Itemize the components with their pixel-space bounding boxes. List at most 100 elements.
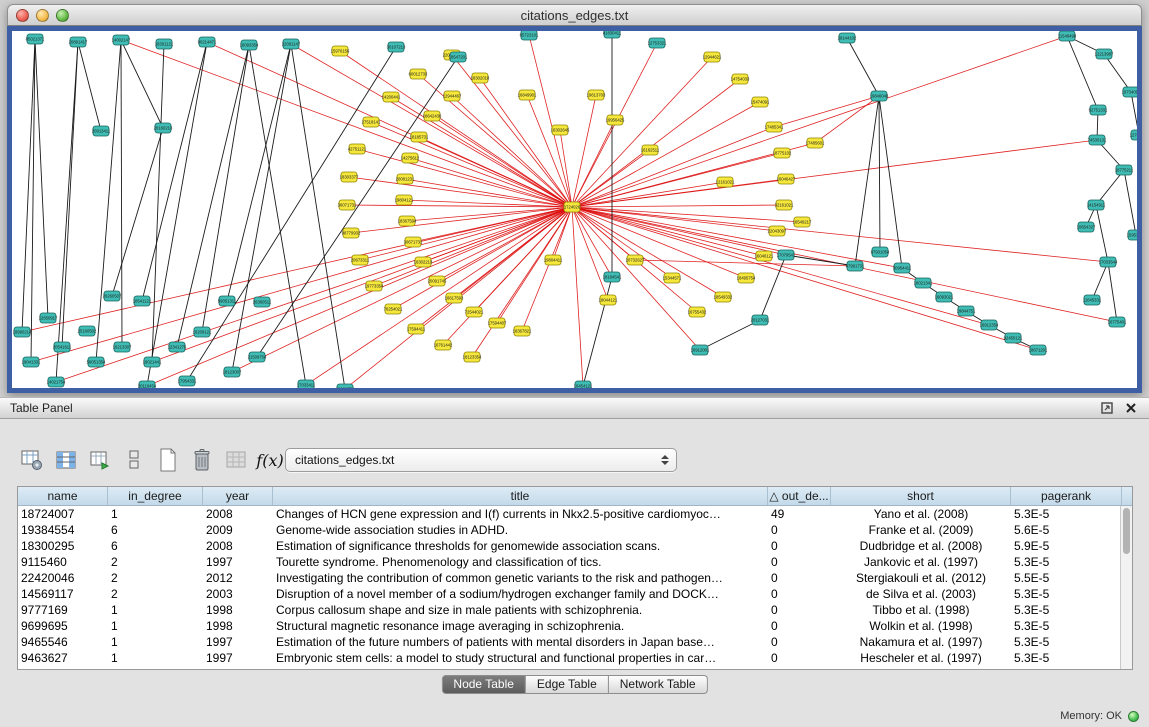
network-node[interactable]: 16642436 (423, 111, 442, 121)
network-node[interactable]: 19956425 (606, 115, 625, 125)
network-node[interactable]: 1724026 (564, 202, 581, 212)
network-node[interactable]: 85723101 (520, 31, 539, 40)
network-node[interactable]: 81830411 (603, 31, 622, 38)
network-node[interactable]: 22043097 (768, 226, 787, 236)
table-row[interactable]: 1872400712008Changes of HCN gene express… (18, 506, 1120, 522)
network-node[interactable]: 18184541 (603, 272, 622, 282)
network-node[interactable]: 16912354 (980, 320, 999, 330)
network-node[interactable]: 19021441 (143, 357, 162, 367)
network-node[interactable]: 14200441 (382, 92, 401, 102)
network-node[interactable]: 19613703 (587, 90, 606, 100)
network-node[interactable]: 12944467 (443, 91, 462, 101)
network-node[interactable]: 18302018 (471, 73, 490, 83)
zoom-window-button[interactable] (56, 9, 69, 22)
network-node[interactable]: 19804121 (395, 195, 414, 205)
network-node[interactable]: 92751331 (1089, 105, 1108, 115)
network-node[interactable]: 30671731 (404, 237, 423, 247)
network-node[interactable]: 19846048 (870, 91, 889, 101)
network-node[interactable]: 16302645 (551, 125, 570, 135)
network-node[interactable]: 16162511 (641, 145, 660, 155)
network-node[interactable]: 20913411 (92, 126, 111, 136)
network-node[interactable]: 16761442 (434, 340, 453, 350)
network-node[interactable]: 16213307 (113, 342, 132, 352)
float-panel-icon[interactable] (1101, 402, 1113, 414)
network-node[interactable]: 17033544 (1099, 257, 1118, 267)
network-node[interactable]: 67991731 (846, 261, 865, 271)
table-row[interactable]: 1456911722003Disruption of a novel membe… (18, 586, 1120, 602)
function-builder-button[interactable]: f(x) (255, 445, 285, 475)
network-node[interactable]: 87931054 (871, 247, 890, 257)
network-node[interactable]: 32161021 (775, 200, 794, 210)
table-vertical-scrollbar[interactable] (1120, 506, 1132, 669)
network-node[interactable]: 12341275 (168, 342, 187, 352)
network-node[interactable]: 14754033 (731, 74, 750, 84)
network-node[interactable]: 42751121 (348, 144, 367, 154)
network-node[interactable]: 20116454 (138, 381, 157, 388)
network-node[interactable]: 19041331 (22, 357, 41, 367)
table-row[interactable]: 911546021997Tourette syndrome. Phenomeno… (18, 554, 1120, 570)
network-node[interactable]: 19844751 (957, 306, 976, 316)
network-node[interactable]: 18990214 (13, 327, 32, 337)
delete-column-button[interactable] (187, 445, 217, 475)
network-node[interactable]: 26260507 (103, 291, 122, 301)
network-node[interactable]: 17079541 (777, 250, 796, 260)
network-node[interactable]: 28144102 (838, 33, 857, 43)
network-node[interactable]: 20732627 (626, 255, 645, 265)
network-node[interactable]: 15344571 (663, 273, 682, 283)
network-node[interactable]: 18303377 (340, 172, 359, 182)
network-node[interactable]: 17033411 (297, 380, 316, 388)
network-node[interactable]: 20081231 (396, 174, 415, 184)
row-height-button[interactable] (119, 445, 149, 475)
column-header-in_degree[interactable]: in_degree (108, 487, 203, 505)
network-node[interactable]: 12161021 (716, 177, 735, 187)
network-node[interactable]: 18671201 (1029, 345, 1048, 355)
network-node[interactable]: 18367821 (513, 326, 532, 336)
network-node[interactable]: 12650917 (39, 313, 58, 323)
network-node[interactable]: 18775211 (1115, 165, 1134, 175)
network-node[interactable]: 72544021 (465, 307, 484, 317)
network-node[interactable]: 18495754 (737, 273, 756, 283)
network-node[interactable]: 20891417 (69, 37, 88, 47)
network-node[interactable]: 18123007 (223, 367, 242, 377)
network-node[interactable]: 90214471 (198, 37, 217, 47)
table-row[interactable]: 2242004622012Investigating the contribut… (18, 570, 1120, 586)
network-node[interactable]: 12753321 (648, 38, 667, 48)
network-node[interactable]: 30107213 (387, 42, 406, 52)
new-column-button[interactable] (153, 445, 183, 475)
network-node[interactable]: 17485601 (806, 138, 825, 148)
network-node[interactable]: 60012733 (409, 69, 428, 79)
network-node[interactable]: 10654327 (1077, 222, 1096, 232)
close-panel-icon[interactable] (1125, 402, 1137, 414)
network-node[interactable]: 18021341 (914, 278, 933, 288)
network-node[interactable]: 11045331 (1083, 295, 1102, 305)
network-node[interactable]: 19773354 (365, 281, 384, 291)
table-selector-dropdown[interactable]: citations_edges.txt (285, 448, 677, 472)
network-node[interactable]: 15474091 (751, 97, 770, 107)
network-node[interactable]: 15976156 (331, 46, 350, 56)
table-row[interactable]: 946362711997Embryonic stem cells: a mode… (18, 650, 1120, 666)
network-node[interactable]: 26360511 (253, 297, 272, 307)
network-node[interactable]: 12213987 (1095, 49, 1114, 59)
network-node[interactable]: 20541611 (53, 342, 72, 352)
network-node[interactable]: 14275612 (401, 153, 420, 163)
network-node[interactable]: 16775401 (1108, 317, 1127, 327)
network-node[interactable]: 16549217 (793, 217, 812, 227)
network-node[interactable]: 59051311 (218, 296, 237, 306)
column-header-out_de[interactable]: △ out_de... (768, 487, 831, 505)
network-node[interactable]: 18301121 (155, 39, 174, 49)
column-header-pagerank[interactable]: pagerank (1011, 487, 1122, 505)
network-node[interactable]: 18775102 (773, 148, 792, 158)
network-node[interactable]: 21509754 (248, 352, 267, 362)
network-node[interactable]: 18044121 (599, 295, 618, 305)
network-node[interactable]: 59051354 (87, 357, 106, 367)
network-node[interactable]: 16302213 (414, 257, 433, 267)
close-window-button[interactable] (16, 9, 29, 22)
column-header-title[interactable]: title (273, 487, 768, 505)
table-row[interactable]: 946554611997Estimation of the future num… (18, 634, 1120, 650)
network-node[interactable]: 76254021 (384, 304, 403, 314)
network-node[interactable]: 22091147 (282, 39, 301, 49)
network-node[interactable]: 14002147 (112, 35, 131, 45)
network-node[interactable]: 27518141 (362, 117, 381, 127)
network-node[interactable]: 18185731 (410, 132, 429, 142)
network-node[interactable]: 12944621 (703, 52, 722, 62)
